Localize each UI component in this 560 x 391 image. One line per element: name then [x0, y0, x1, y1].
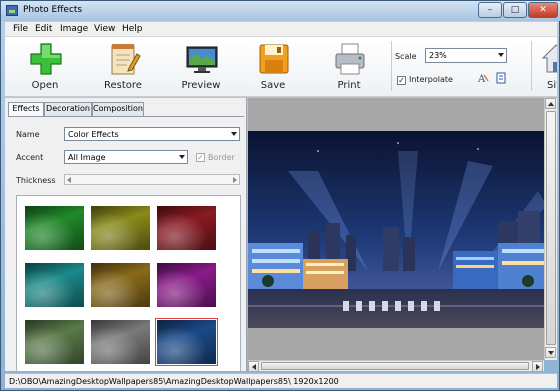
- city-night-image: [248, 131, 547, 328]
- save-label: Save: [260, 80, 286, 91]
- effect-thumbnails: [16, 195, 241, 371]
- menu-file[interactable]: File: [13, 24, 28, 34]
- effect-thumbnail[interactable]: [25, 263, 84, 307]
- title-bar[interactable]: Photo Effects – □ ✕: [1, 1, 560, 21]
- chevron-down-icon: [231, 132, 237, 136]
- preview-area: [248, 98, 557, 360]
- chevron-right-icon: [233, 177, 237, 183]
- chevron-right-icon: [536, 364, 540, 370]
- scroll-right-button[interactable]: [532, 361, 543, 372]
- vertical-scroll-thumb[interactable]: [546, 111, 556, 345]
- close-button[interactable]: ✕: [528, 2, 558, 18]
- printer-icon: [335, 43, 365, 75]
- effect-thumbnail[interactable]: [91, 320, 150, 364]
- scale-label: Scale: [395, 52, 417, 61]
- accent-label: Accent: [16, 153, 44, 162]
- name-dropdown[interactable]: Color Effects: [64, 127, 240, 141]
- site-label: Sit: [547, 80, 557, 91]
- plus-icon: [30, 43, 62, 75]
- chevron-left-icon: [252, 364, 256, 370]
- name-value: Color Effects: [68, 130, 119, 139]
- scroll-down-button[interactable]: [545, 347, 556, 358]
- border-label: Border: [208, 153, 235, 162]
- effect-thumbnail[interactable]: [25, 320, 84, 364]
- tab-decoration[interactable]: Decoration: [44, 102, 92, 116]
- restore-button[interactable]: Restore: [93, 37, 153, 95]
- menu-image[interactable]: Image: [60, 24, 88, 34]
- thickness-label: Thickness: [16, 176, 56, 185]
- horizontal-scrollbar[interactable]: [248, 360, 544, 372]
- tab-divider: [8, 116, 244, 117]
- minimize-button[interactable]: –: [478, 2, 502, 18]
- preview-button[interactable]: Preview: [171, 37, 231, 95]
- font-icon[interactable]: A: [477, 72, 489, 84]
- effect-thumbnail[interactable]: [155, 318, 218, 366]
- interpolate-label: Interpolate: [409, 75, 453, 84]
- scale-value: 23%: [429, 51, 447, 60]
- open-label: Open: [31, 80, 59, 91]
- scroll-up-button[interactable]: [545, 98, 556, 109]
- maximize-button[interactable]: □: [503, 2, 527, 18]
- chevron-left-icon: [67, 177, 71, 183]
- name-label: Name: [16, 130, 40, 139]
- preview-label: Preview: [181, 80, 221, 91]
- effect-thumbnail[interactable]: [91, 263, 150, 307]
- toolbar-separator: [391, 41, 392, 91]
- chevron-up-icon: [548, 102, 554, 106]
- accent-dropdown[interactable]: All Image: [64, 150, 188, 164]
- tab-effects[interactable]: Effects: [8, 102, 44, 117]
- tab-composition[interactable]: Composition: [92, 102, 144, 116]
- accent-value: All Image: [68, 153, 106, 162]
- notepad-icon: [111, 44, 141, 75]
- save-button[interactable]: Save: [243, 37, 303, 95]
- effect-thumbnail[interactable]: [157, 206, 216, 250]
- chevron-down-icon: [498, 53, 504, 57]
- menu-view[interactable]: View: [94, 24, 115, 34]
- main-window: Photo Effects – □ ✕ File Edit Image View…: [0, 0, 560, 391]
- house-icon: [541, 44, 557, 73]
- effect-thumbnail[interactable]: [91, 206, 150, 250]
- preview-image: [248, 131, 547, 328]
- site-button[interactable]: Sit: [535, 37, 557, 95]
- effect-thumbnail[interactable]: [157, 263, 216, 307]
- interpolate-checkbox[interactable]: ✓: [397, 76, 406, 85]
- print-label: Print: [337, 80, 361, 91]
- toolbar: Open Restore Preview Save Print Scale 23…: [5, 37, 557, 97]
- status-bar: D:\OBO\AmazingDesktopWallpapers85\Amazin…: [5, 373, 557, 388]
- toolbar-separator-2: [531, 41, 532, 91]
- document-icon[interactable]: [495, 72, 507, 84]
- vertical-scrollbar[interactable]: [544, 98, 557, 360]
- chevron-down-icon: [548, 351, 554, 355]
- status-text: D:\OBO\AmazingDesktopWallpapers85\Amazin…: [9, 377, 339, 386]
- window-title: Photo Effects: [23, 5, 83, 15]
- print-button[interactable]: Print: [319, 37, 379, 95]
- restore-label: Restore: [104, 80, 142, 91]
- effects-panel: Effects Decoration Composition Name Colo…: [5, 98, 247, 371]
- chevron-down-icon: [179, 155, 185, 159]
- thickness-slider[interactable]: [64, 174, 240, 185]
- effect-thumbnail[interactable]: [25, 206, 84, 250]
- scroll-left-button[interactable]: [248, 361, 259, 372]
- menu-edit[interactable]: Edit: [35, 24, 52, 34]
- app-icon: [6, 5, 18, 16]
- floppy-icon: [259, 44, 289, 74]
- monitor-icon: [186, 46, 218, 73]
- border-checkbox[interactable]: ✓: [196, 153, 205, 162]
- menu-bar: File Edit Image View Help: [5, 22, 557, 37]
- menu-help[interactable]: Help: [122, 24, 143, 34]
- open-button[interactable]: Open: [15, 37, 75, 95]
- horizontal-scroll-thumb[interactable]: [261, 362, 529, 370]
- scale-dropdown[interactable]: 23%: [425, 48, 507, 63]
